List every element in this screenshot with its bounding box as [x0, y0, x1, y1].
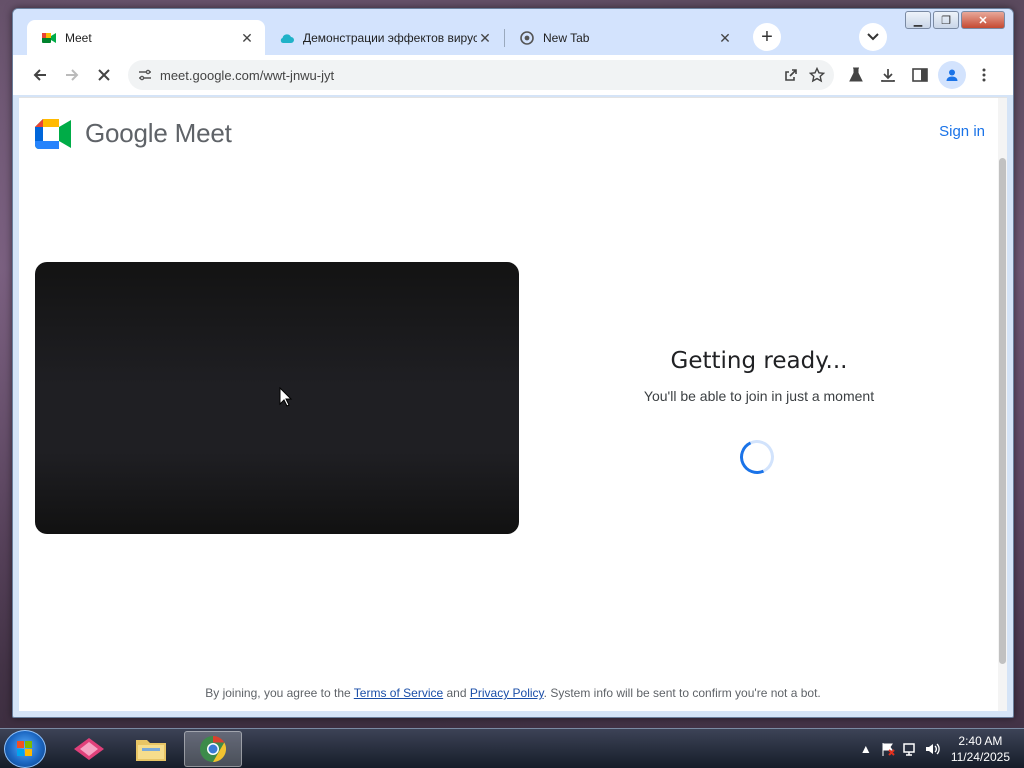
url-text[interactable]: meet.google.com/wwt-jnwu-jyt — [160, 68, 778, 83]
back-button[interactable] — [26, 61, 54, 89]
network-icon[interactable] — [899, 738, 921, 760]
scrollbar[interactable] — [998, 98, 1007, 711]
maximize-button[interactable]: ❐ — [933, 11, 959, 29]
mouse-pointer-icon — [279, 386, 293, 412]
labs-flask-icon[interactable] — [842, 61, 870, 89]
folder-icon — [136, 740, 166, 761]
footer-and: and — [443, 686, 470, 700]
windows-logo-icon — [17, 741, 32, 756]
arrow-left-icon — [33, 69, 46, 81]
browser-window: Meet ✕ Демонстрации эффектов вирус ✕ New… — [12, 8, 1014, 718]
more-menu-icon[interactable] — [970, 61, 998, 89]
tab-strip: Meet ✕ Демонстрации эффектов вирус ✕ New… — [13, 9, 1013, 55]
tab-demo[interactable]: Демонстрации эффектов вирус ✕ — [265, 20, 503, 55]
site-info-icon[interactable] — [130, 69, 160, 81]
clock-date: 11/24/2025 — [950, 750, 1010, 764]
browser-toolbar: meet.google.com/wwt-jnwu-jyt — [13, 55, 1013, 95]
taskbar-file-explorer[interactable] — [122, 731, 180, 767]
brand-wordmark: Google Meet — [85, 118, 232, 148]
terms-of-service-link[interactable]: Terms of Service — [354, 686, 443, 700]
loading-spinner — [735, 435, 779, 479]
clock[interactable]: 2:40 AM 11/24/2025 — [943, 733, 1024, 765]
privacy-policy-link[interactable]: Privacy Policy — [470, 686, 544, 700]
share-icon[interactable] — [778, 62, 804, 88]
status-title: Getting ready... — [670, 348, 848, 374]
page-content: Google Meet Sign in Getting ready... You… — [19, 97, 1007, 711]
legal-footer: By joining, you agree to the Terms of Se… — [19, 686, 1007, 700]
close-tab-icon[interactable]: ✕ — [717, 30, 733, 46]
close-window-button[interactable]: ✕ — [961, 11, 1005, 29]
side-panel-icon[interactable] — [906, 61, 934, 89]
profile-avatar-icon[interactable] — [938, 61, 966, 89]
google-meet-logo[interactable]: Google Meet — [35, 118, 232, 149]
volume-icon[interactable] — [921, 738, 943, 760]
cloud-favicon-icon — [279, 30, 295, 46]
close-tab-icon[interactable]: ✕ — [239, 30, 255, 46]
status-panel: Getting ready... You'll be able to join … — [579, 348, 939, 404]
download-icon[interactable] — [874, 61, 902, 89]
action-center-flag-icon[interactable] — [877, 738, 899, 760]
tab-title: New Tab — [543, 30, 590, 45]
tab-title: Демонстрации эффектов вирус — [303, 30, 477, 45]
taskbar-app-pink[interactable] — [60, 731, 118, 767]
close-icon — [98, 69, 110, 81]
footer-prefix: By joining, you agree to the — [205, 686, 354, 700]
tab-meet[interactable]: Meet ✕ — [27, 20, 265, 55]
plus-icon: + — [761, 25, 773, 48]
pink-diamond-app-icon — [74, 738, 104, 760]
close-tab-icon[interactable]: ✕ — [477, 30, 493, 46]
show-hidden-icons-icon[interactable]: ▲ — [855, 738, 877, 760]
system-tray: ▲ 2:40 AM 11/24/2025 — [855, 729, 1024, 768]
stop-loading-button[interactable] — [90, 61, 118, 89]
chrome-favicon-icon — [519, 30, 535, 46]
minimize-button[interactable]: ▁ — [905, 11, 931, 29]
arrow-right-icon — [66, 69, 79, 81]
tab-title: Meet — [65, 30, 92, 45]
taskbar-chrome[interactable] — [184, 731, 242, 767]
chevron-down-icon — [867, 33, 879, 41]
chrome-icon — [200, 735, 227, 763]
window-controls: ▁ ❐ ✕ — [905, 11, 1005, 29]
status-subtitle: You'll be able to join in just a moment — [643, 388, 875, 404]
clock-time: 2:40 AM — [958, 734, 1003, 748]
footer-suffix: . System info will be sent to confirm yo… — [543, 686, 821, 700]
tab-new-tab[interactable]: New Tab ✕ — [505, 20, 743, 55]
tab-search-button[interactable] — [859, 23, 887, 51]
new-tab-button[interactable]: + — [753, 23, 781, 51]
start-button[interactable] — [4, 730, 46, 768]
taskbar: ▲ 2:40 AM 11/24/2025 — [0, 728, 1024, 768]
meet-camera-logo-icon — [35, 118, 71, 149]
google-meet-favicon-icon — [41, 30, 57, 46]
scrollbar-thumb[interactable] — [999, 158, 1006, 664]
video-preview — [35, 262, 519, 534]
address-bar[interactable]: meet.google.com/wwt-jnwu-jyt — [128, 60, 834, 90]
bookmark-star-icon[interactable] — [804, 62, 830, 88]
sign-in-link[interactable]: Sign in — [939, 123, 985, 140]
forward-button[interactable] — [58, 61, 86, 89]
